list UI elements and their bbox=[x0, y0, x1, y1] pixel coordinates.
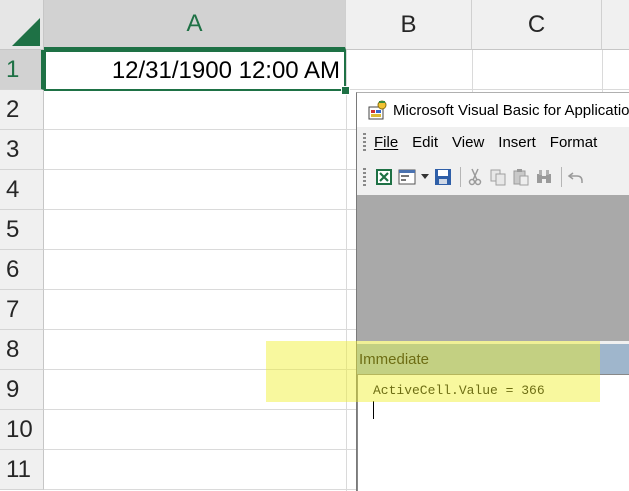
toolbar-grip-icon[interactable] bbox=[363, 168, 366, 186]
vba-toolbar bbox=[357, 163, 629, 191]
row-header-9[interactable]: 9 bbox=[0, 370, 44, 410]
column-divider bbox=[346, 50, 347, 491]
vba-editor-window[interactable]: Microsoft Visual Basic for Applications … bbox=[356, 92, 629, 491]
row-header-6[interactable]: 6 bbox=[0, 250, 44, 290]
vba-app-icon bbox=[367, 99, 389, 121]
menu-edit[interactable]: Edit bbox=[412, 134, 438, 151]
code-window-area bbox=[357, 195, 629, 341]
menu-format[interactable]: Format bbox=[550, 134, 598, 151]
cut-icon[interactable] bbox=[465, 167, 485, 187]
row-header-5[interactable]: 5 bbox=[0, 210, 44, 250]
column-header-d[interactable] bbox=[602, 0, 629, 50]
row-header-3[interactable]: 3 bbox=[0, 130, 44, 170]
select-all-triangle-icon bbox=[12, 18, 40, 46]
row-header-11[interactable]: 11 bbox=[0, 450, 44, 490]
row-header-8[interactable]: 8 bbox=[0, 330, 44, 370]
row-header-7[interactable]: 7 bbox=[0, 290, 44, 330]
save-icon[interactable] bbox=[433, 167, 453, 187]
vba-title-bar[interactable]: Microsoft Visual Basic for Applications bbox=[357, 93, 629, 127]
vba-window-title: Microsoft Visual Basic for Applications bbox=[393, 101, 629, 119]
menu-file[interactable]: File bbox=[374, 134, 398, 151]
cell-a1-value: 12/31/1900 12:00 AM bbox=[111, 56, 340, 84]
row-header-1[interactable]: 1 bbox=[0, 50, 44, 90]
insert-userform-icon[interactable] bbox=[397, 167, 417, 187]
fill-handle[interactable] bbox=[341, 86, 350, 95]
row-header-2[interactable]: 2 bbox=[0, 90, 44, 130]
menu-insert[interactable]: Insert bbox=[498, 134, 536, 151]
copy-icon[interactable] bbox=[488, 167, 508, 187]
vba-menu-bar: File Edit View Insert Format bbox=[357, 129, 629, 155]
text-caret bbox=[373, 401, 374, 419]
menu-grip-icon[interactable] bbox=[363, 133, 366, 151]
view-excel-icon[interactable] bbox=[374, 167, 394, 187]
toolbar-separator bbox=[561, 167, 562, 187]
toolbar-separator bbox=[460, 167, 461, 187]
column-header-c[interactable]: C bbox=[472, 0, 602, 50]
cell-a1[interactable]: 12/31/1900 12:00 AM bbox=[44, 50, 346, 91]
select-all-corner[interactable] bbox=[0, 0, 44, 50]
paste-icon[interactable] bbox=[511, 167, 531, 187]
highlight-immediate-title bbox=[266, 341, 600, 381]
row-header-4[interactable]: 4 bbox=[0, 170, 44, 210]
menu-view[interactable]: View bbox=[452, 134, 484, 151]
undo-icon[interactable] bbox=[566, 167, 586, 187]
find-icon[interactable] bbox=[534, 167, 554, 187]
highlight-immediate-code bbox=[266, 381, 600, 402]
column-header-b[interactable]: B bbox=[346, 0, 472, 50]
dropdown-arrow-icon[interactable] bbox=[420, 167, 430, 187]
column-header-a[interactable]: A bbox=[44, 0, 346, 50]
row-header-10[interactable]: 10 bbox=[0, 410, 44, 450]
